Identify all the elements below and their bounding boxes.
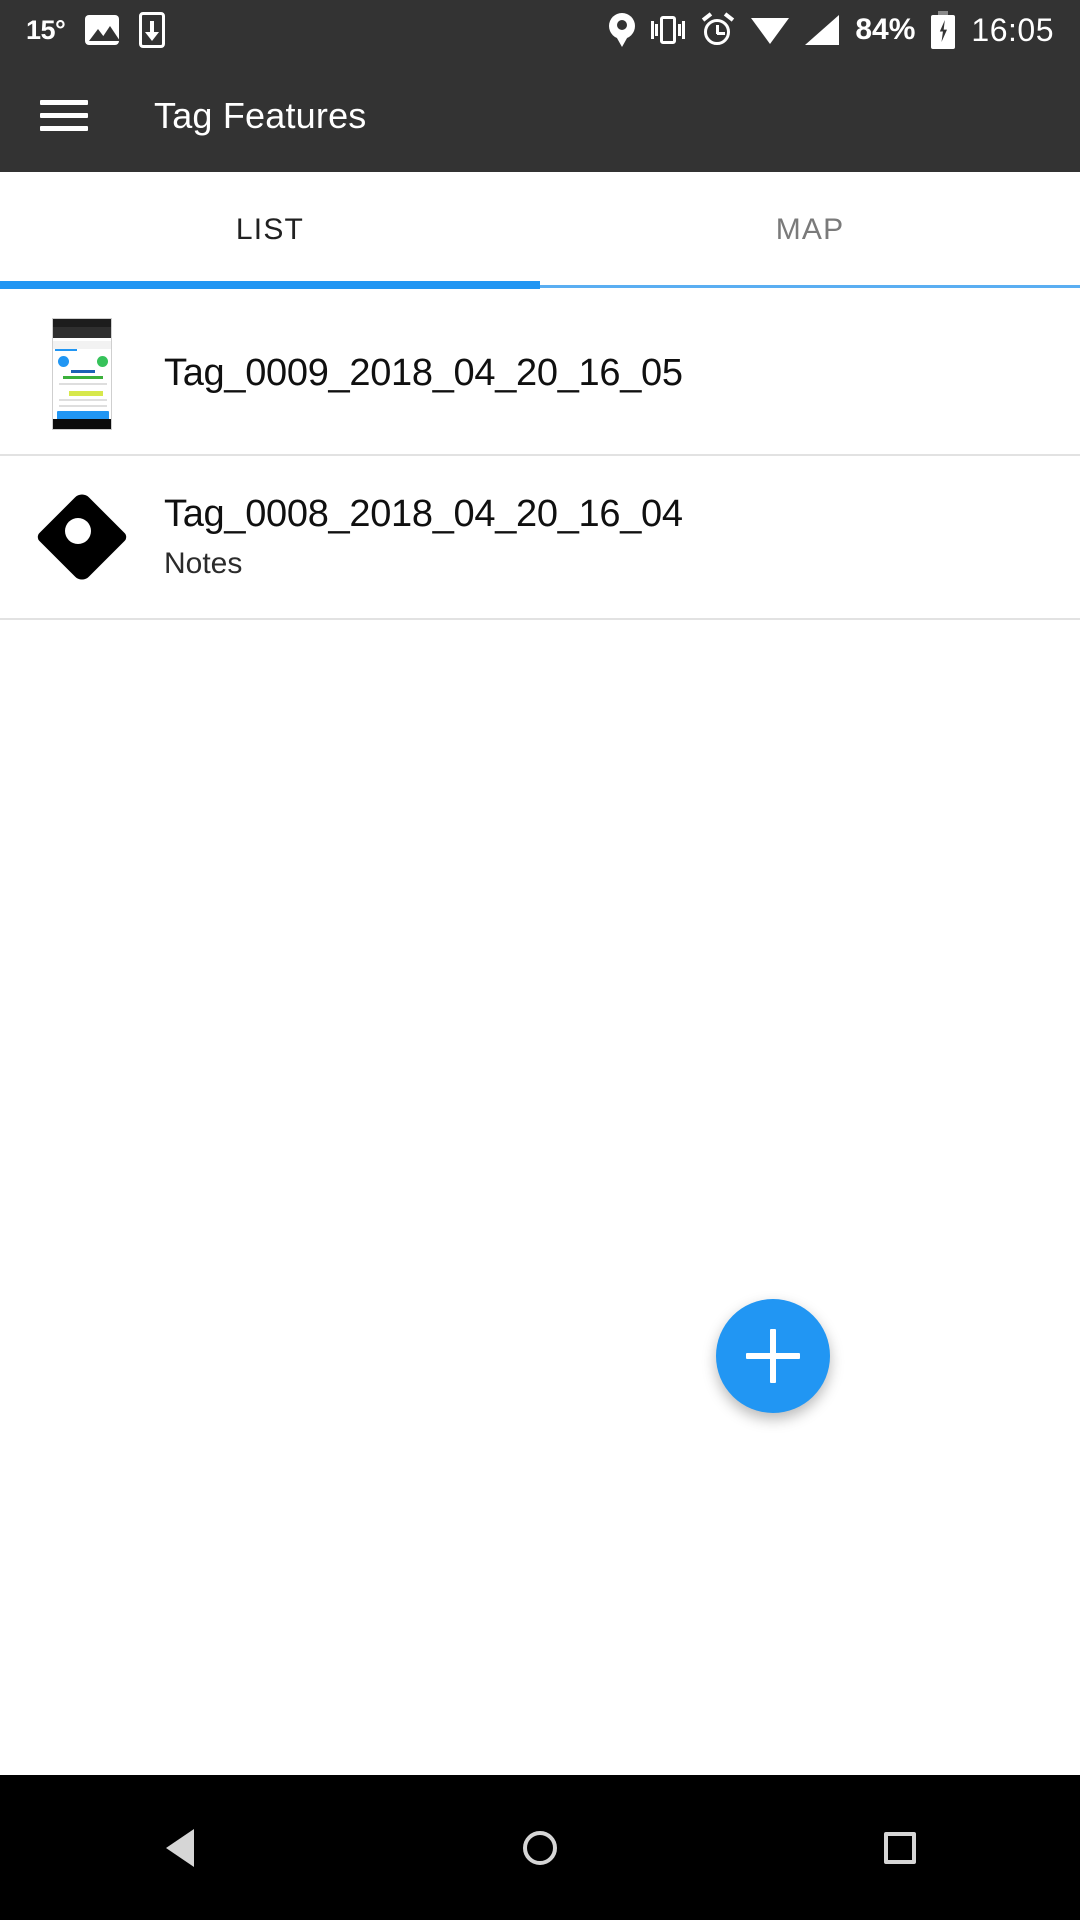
tab-bar: LIST MAP <box>0 172 1080 294</box>
list-item-thumbnail <box>0 318 164 430</box>
plus-icon-vertical <box>770 1329 776 1383</box>
add-tag-fab[interactable] <box>716 1299 830 1413</box>
photo-icon <box>85 15 120 45</box>
cellular-signal-icon <box>805 15 840 45</box>
wifi-icon <box>751 16 790 44</box>
battery-charging-icon <box>931 11 956 49</box>
tab-map[interactable]: MAP <box>540 172 1080 288</box>
list-item-thumbnail <box>0 496 164 578</box>
tab-list[interactable]: LIST <box>0 172 540 288</box>
recents-square-icon <box>884 1831 916 1864</box>
list-item-subtitle: Notes <box>164 546 243 580</box>
list-item-text: Tag_0008_2018_04_20_16_04 Notes <box>164 493 1080 581</box>
list-item-title: Tag_0009_2018_04_20_16_05 <box>164 352 683 395</box>
temperature-indicator: 15° <box>26 14 66 45</box>
app-bar: Tag Features <box>0 60 1080 172</box>
list-item[interactable]: Tag_0008_2018_04_20_16_04 Notes <box>0 456 1080 620</box>
android-navigation-bar <box>0 1775 1080 1920</box>
screenshot-thumbnail <box>52 318 112 430</box>
clock-label: 16:05 <box>971 11 1054 48</box>
tag-icon <box>41 496 123 578</box>
home-circle-icon <box>523 1830 557 1865</box>
nav-back-button[interactable] <box>120 1775 240 1920</box>
location-pin-icon <box>609 13 636 47</box>
app-screen: 15° 84% 16:05 Tag Features LIST MAP Tag_… <box>0 0 1080 1920</box>
list-item-text: Tag_0009_2018_04_20_16_05 <box>164 352 1080 396</box>
alarm-clock-icon <box>701 12 735 47</box>
phone-download-icon <box>139 12 166 48</box>
status-bar-left: 15° <box>0 12 166 48</box>
tab-active-indicator <box>0 281 540 289</box>
nav-home-button[interactable] <box>480 1775 600 1920</box>
tag-list: Tag_0009_2018_04_20_16_05 Tag_0008_2018_… <box>0 294 1080 620</box>
back-triangle-icon <box>166 1828 194 1867</box>
page-title: Tag Features <box>154 95 367 136</box>
status-bar-right: 84% 16:05 <box>609 11 1080 49</box>
list-item[interactable]: Tag_0009_2018_04_20_16_05 <box>0 294 1080 456</box>
status-bar: 15° 84% 16:05 <box>0 0 1080 60</box>
list-item-title: Tag_0008_2018_04_20_16_04 <box>164 493 683 536</box>
vibrate-icon <box>651 14 686 46</box>
nav-recents-button[interactable] <box>840 1775 960 1920</box>
battery-percent-label: 84% <box>855 13 916 46</box>
hamburger-menu-icon[interactable] <box>40 97 88 135</box>
